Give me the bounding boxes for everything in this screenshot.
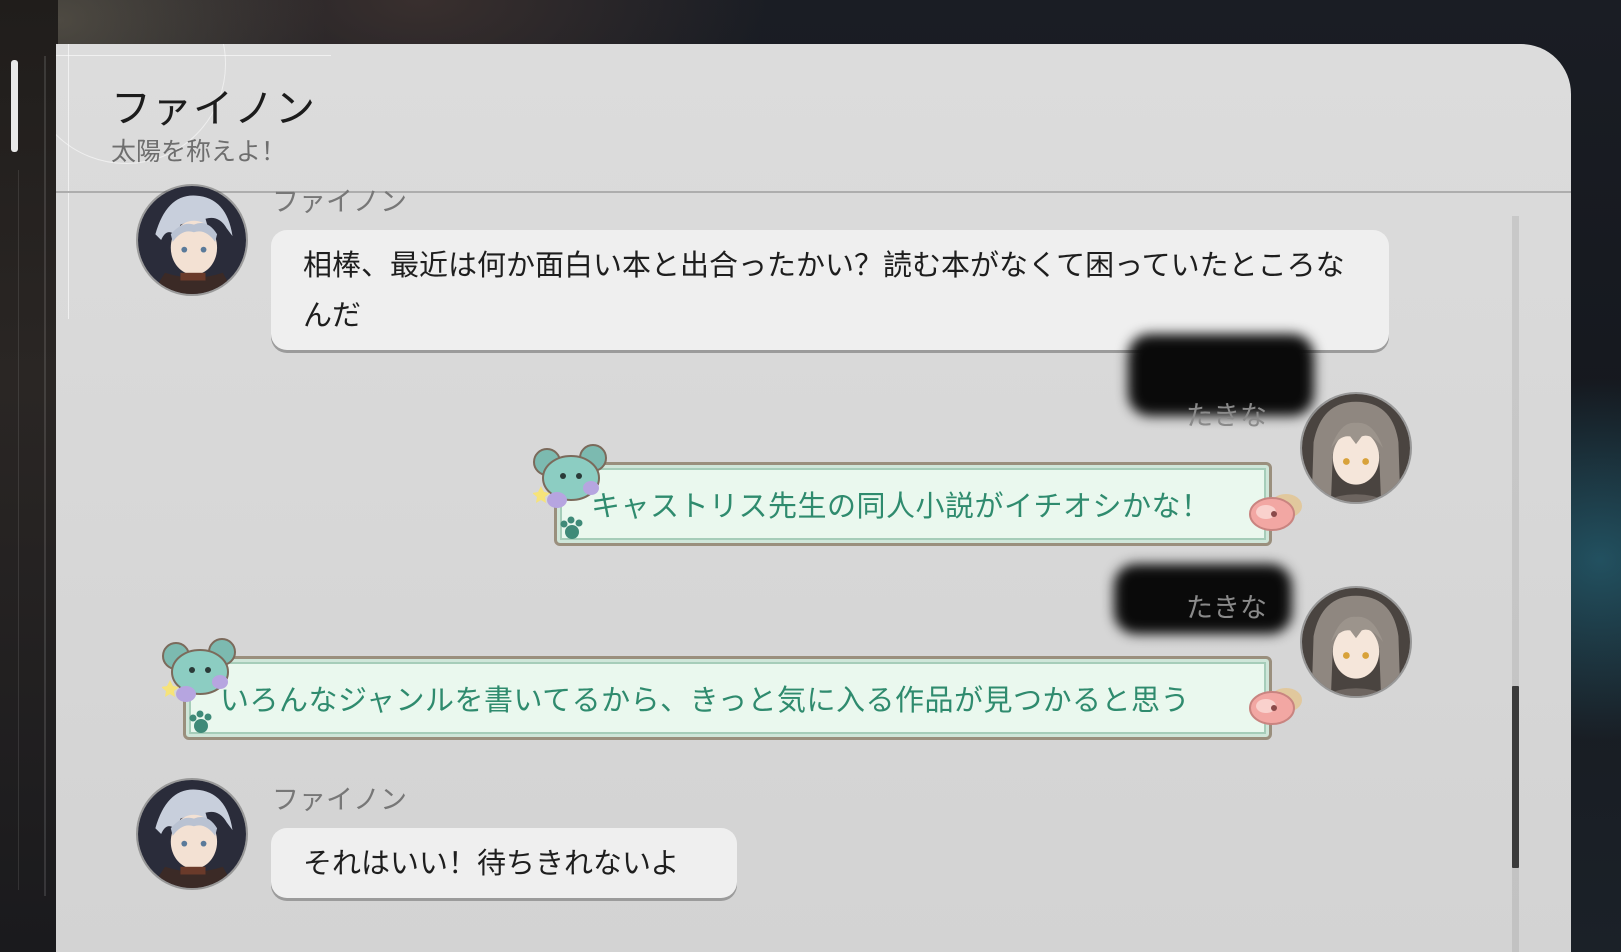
phainon-avatar[interactable] (136, 184, 248, 296)
scrollbar-thumb[interactable] (1512, 686, 1519, 868)
sender-name: たきな (1186, 401, 1267, 432)
flower-sticker-icon (1244, 678, 1306, 738)
decor-line (18, 170, 19, 890)
message-bubble: いろんなジャンルを書いてるから、きっと気に入る作品が見つかると思う (183, 656, 1272, 740)
message-bubble: 相棒、最近は何か面白い本と出合ったかい？読む本がなくて困っていたところなんだ (271, 230, 1389, 350)
sender-name: たきな (1186, 593, 1267, 624)
mouse-sticker-icon (161, 638, 240, 714)
phainon-avatar[interactable] (136, 778, 248, 890)
chat-header: ファイノン 太陽を称えよ！ (56, 44, 1571, 193)
side-indicator (11, 60, 18, 152)
chat-panel: ファイノン 太陽を称えよ！ ファイノン 相棒、最近は何か面白い本と出合ったかい？… (56, 44, 1571, 952)
sender-name: ファイノン (272, 785, 407, 816)
mouse-sticker-icon (532, 444, 611, 520)
message-bubble: キャストリス先生の同人小説がイチオシかな！ (554, 462, 1272, 546)
message-bubble: それはいい！待ちきれないよ (271, 828, 737, 898)
chat-subtitle: 太陽を称えよ！ (111, 137, 287, 166)
flower-sticker-icon (1244, 484, 1306, 544)
player-avatar[interactable] (1300, 586, 1412, 698)
background-left-strip (0, 0, 58, 952)
chat-title: ファイノン (111, 86, 316, 132)
decor-line (44, 56, 46, 896)
paw-icon (186, 708, 216, 742)
paw-icon (557, 514, 587, 548)
sender-name: ファイノン (272, 187, 407, 218)
player-avatar[interactable] (1300, 392, 1412, 504)
